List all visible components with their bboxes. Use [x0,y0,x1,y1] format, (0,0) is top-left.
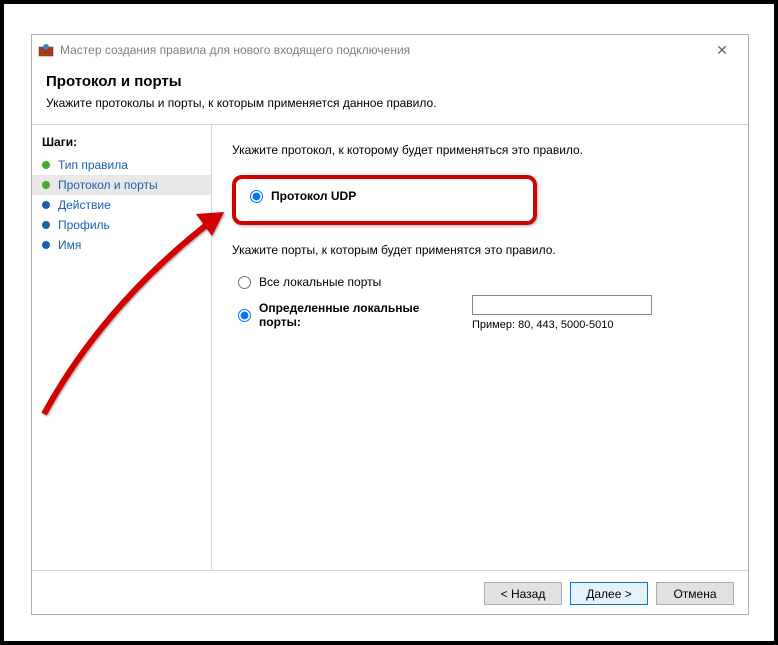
step-label: Протокол и порты [58,178,158,192]
page-title: Протокол и порты [46,73,734,90]
radio-specific-ports-label: Определенные локальные порты: [259,301,462,329]
window-title: Мастер создания правила для нового входя… [60,43,702,57]
radio-udp-row[interactable]: Протокол UDP [250,189,519,203]
radio-all-ports-row[interactable]: Все локальные порты [238,275,730,289]
ports-example: Пример: 80, 443, 5000-5010 [472,319,652,331]
step-bullet-icon [42,161,50,169]
cancel-button[interactable]: Отмена [656,582,734,605]
radio-specific-ports[interactable] [238,309,251,322]
step-action[interactable]: Действие [32,195,211,215]
radio-specific-ports-row[interactable]: Определенные локальные порты: [238,301,462,329]
step-bullet-icon [42,241,50,249]
step-profile[interactable]: Профиль [32,215,211,235]
radio-udp[interactable] [250,190,263,203]
step-bullet-icon [42,201,50,209]
firewall-icon [38,42,54,58]
radio-udp-label: Протокол UDP [271,189,356,203]
footer: < Назад Далее > Отмена [32,570,748,616]
protocol-prompt: Укажите протокол, к которому будет приме… [232,143,730,157]
ports-prompt: Укажите порты, к которым будет применятс… [232,243,730,257]
step-rule-type[interactable]: Тип правила [32,155,211,175]
steps-sidebar: Шаги: Тип правила Протокол и порты Дейст… [32,125,212,570]
step-bullet-icon [42,181,50,189]
close-icon[interactable]: ✕ [702,42,742,59]
steps-heading: Шаги: [32,131,211,155]
step-protocol-ports[interactable]: Протокол и порты [32,175,211,195]
step-label: Действие [58,198,111,212]
annotation-highlight: Протокол UDP [232,175,537,225]
content-pane: Укажите протокол, к которому будет приме… [212,125,748,570]
page-subtitle: Укажите протоколы и порты, к которым при… [46,96,734,110]
step-label: Профиль [58,218,110,232]
next-button[interactable]: Далее > [570,582,648,605]
specific-ports-input[interactable] [472,295,652,315]
step-name[interactable]: Имя [32,235,211,255]
radio-all-ports[interactable] [238,276,251,289]
back-button[interactable]: < Назад [484,582,562,605]
header: Протокол и порты Укажите протоколы и пор… [32,65,748,118]
step-bullet-icon [42,221,50,229]
wizard-window: Мастер создания правила для нового входя… [31,34,749,615]
step-label: Имя [58,238,81,252]
radio-all-ports-label: Все локальные порты [259,275,381,289]
titlebar: Мастер создания правила для нового входя… [32,35,748,65]
step-label: Тип правила [58,158,128,172]
